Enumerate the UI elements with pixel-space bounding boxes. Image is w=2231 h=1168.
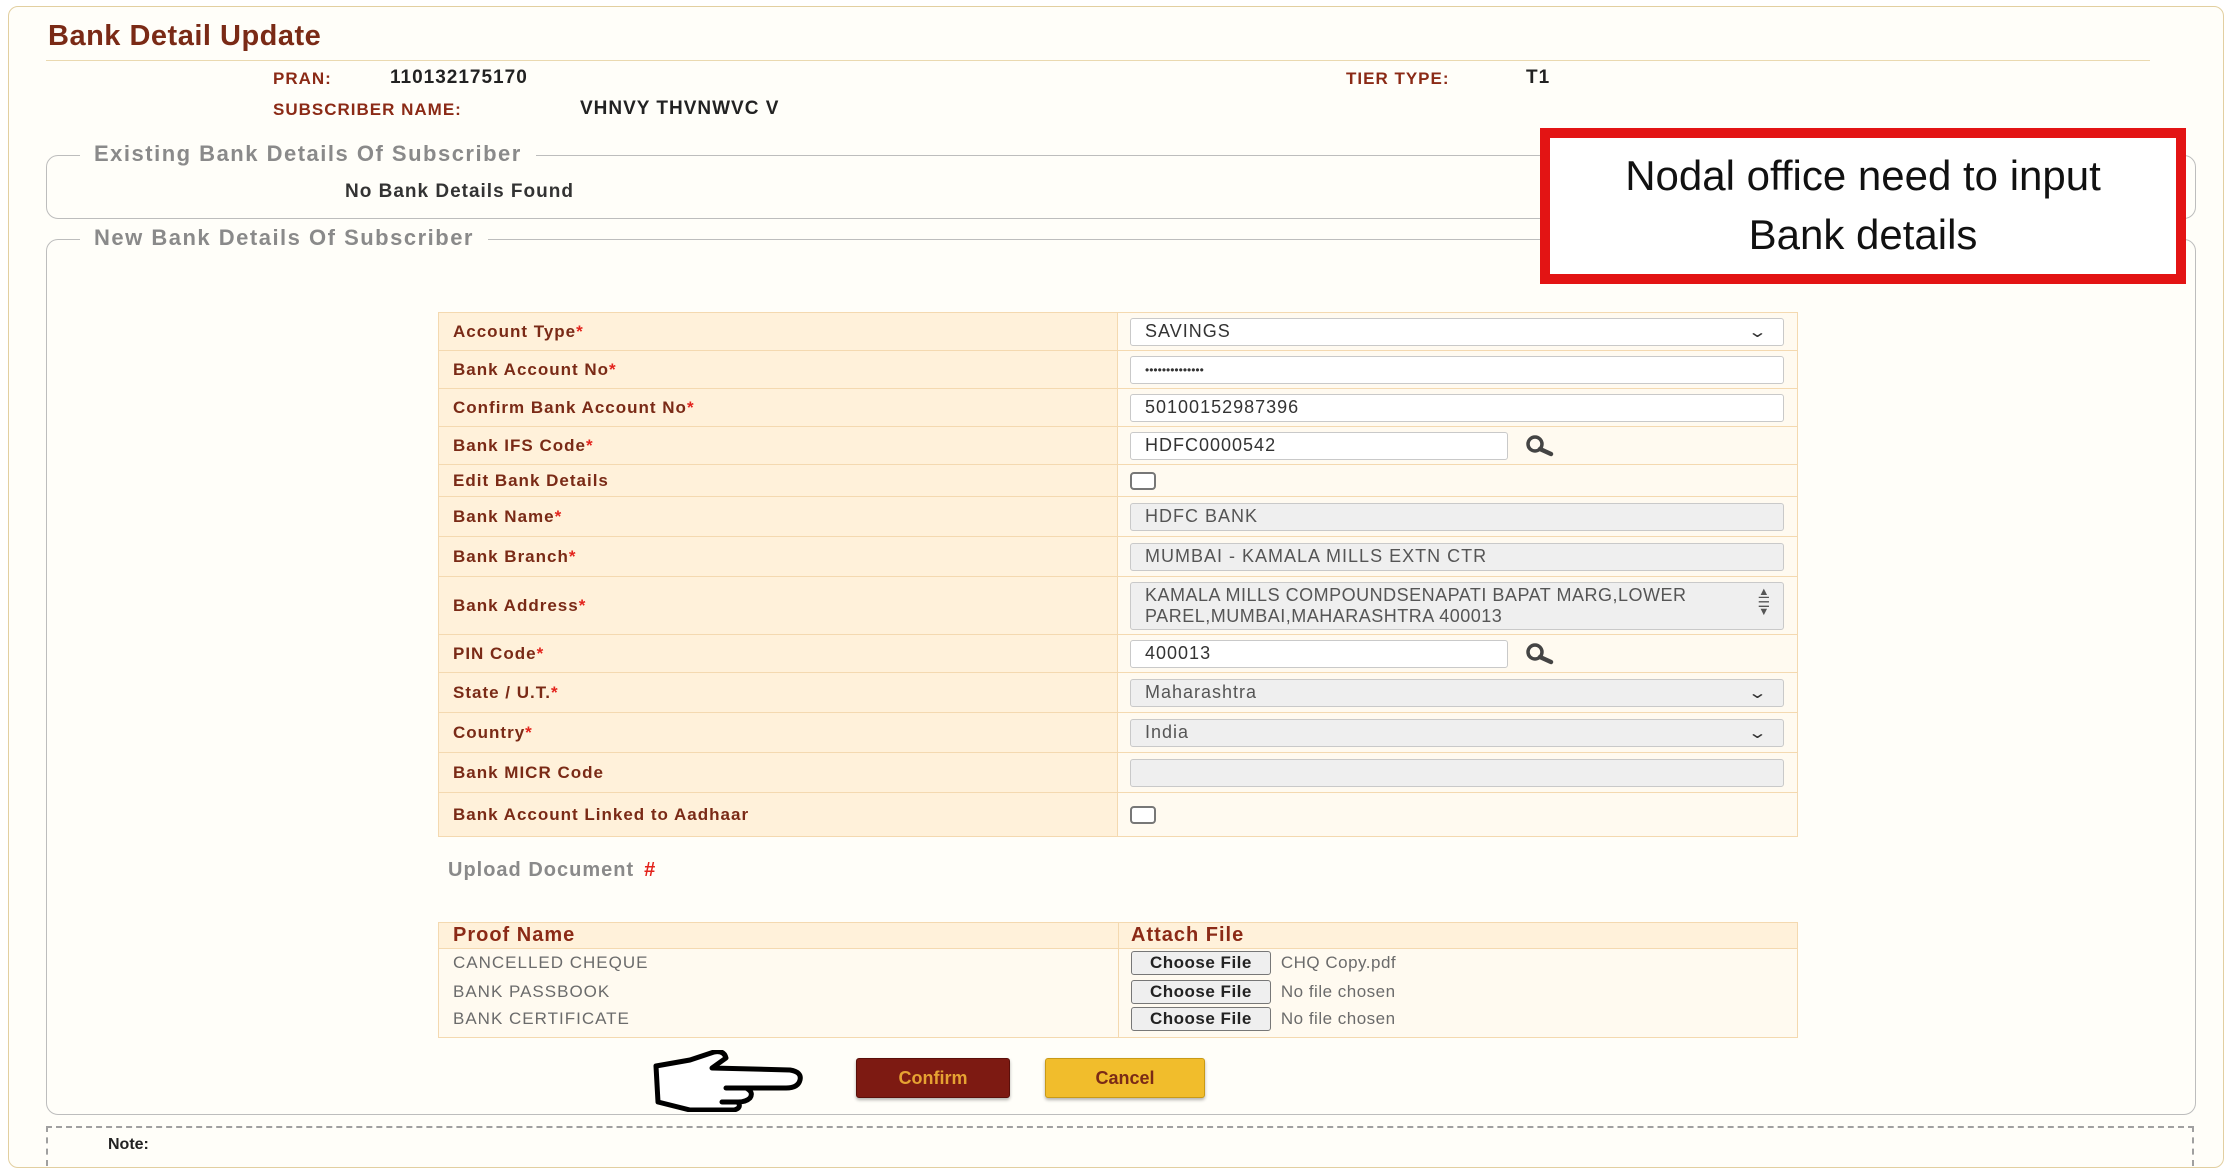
bank-address-textarea[interactable]: KAMALA MILLS COMPOUNDSENAPATI BAPAT MARG… bbox=[1130, 581, 1785, 630]
aadhaar-linked-label: Bank Account Linked to Aadhaar bbox=[437, 792, 1119, 837]
account-no-input[interactable]: •••••••••••••• bbox=[1130, 355, 1785, 384]
subscriber-name-label: SUBSCRIBER NAME: bbox=[273, 100, 462, 119]
bank-branch-label: Bank Branch* bbox=[437, 536, 1119, 577]
bank-address-row: Bank Address* KAMALA MILLS COMPOUNDSENAP… bbox=[437, 576, 1798, 635]
chevron-down-icon: ⌄ bbox=[1747, 684, 1769, 702]
chevron-down-icon: ⌄ bbox=[1747, 323, 1769, 341]
country-select[interactable]: India ⌄ bbox=[1130, 718, 1785, 747]
confirm-account-no-input[interactable]: 50100152987396 bbox=[1130, 393, 1785, 422]
proof-name: CANCELLED CHEQUE bbox=[438, 948, 1119, 978]
proof-name: BANK CERTIFICATE bbox=[438, 1006, 1119, 1038]
proof-name-header: Proof Name bbox=[438, 922, 1119, 949]
ifsc-search-icon[interactable] bbox=[1524, 434, 1554, 457]
state-select[interactable]: Maharashtra ⌄ bbox=[1130, 678, 1785, 707]
aadhaar-row: Bank Account Linked to Aadhaar bbox=[437, 792, 1798, 837]
choose-file-button[interactable]: Choose File bbox=[1131, 1006, 1271, 1031]
bank-name-label: Bank Name* bbox=[437, 496, 1119, 537]
account-type-label: Account Type* bbox=[437, 312, 1119, 351]
account-type-select[interactable]: SAVINGS ⌄ bbox=[1130, 317, 1785, 346]
ifsc-row: Bank IFS Code* HDFC0000542 bbox=[437, 426, 1798, 465]
micr-input bbox=[1130, 758, 1785, 787]
choose-file-button[interactable]: Choose File bbox=[1131, 951, 1271, 976]
note-box: Note: bbox=[46, 1126, 2194, 1166]
document-upload-table: Proof Name Attach File CANCELLED CHEQUE … bbox=[438, 922, 1798, 1038]
proof-name: BANK PASSBOOK bbox=[438, 977, 1119, 1007]
account-no-row: Bank Account No* •••••••••••••• bbox=[437, 350, 1798, 389]
micr-label: Bank MICR Code bbox=[437, 752, 1119, 793]
pin-search-icon[interactable] bbox=[1524, 642, 1554, 665]
annotation-callout: Nodal office need to input Bank details bbox=[1540, 128, 2186, 284]
pran-label: PRAN: bbox=[273, 69, 332, 88]
title-divider bbox=[46, 60, 2150, 61]
pin-label: PIN Code* bbox=[437, 634, 1119, 673]
cancel-button[interactable]: Cancel bbox=[1045, 1058, 1205, 1098]
bank-details-form: Account Type* SAVINGS ⌄ Bank Account No* … bbox=[437, 312, 1798, 837]
bank-name-input: HDFC BANK bbox=[1130, 502, 1785, 531]
ifsc-input[interactable]: HDFC0000542 bbox=[1130, 431, 1509, 460]
no-bank-details-message: No Bank Details Found bbox=[345, 181, 574, 202]
existing-bank-details-legend: Existing Bank Details Of Subscriber bbox=[80, 141, 536, 167]
country-row: Country* India ⌄ bbox=[437, 712, 1798, 753]
bank-address-text: KAMALA MILLS COMPOUNDSENAPATI BAPAT MARG… bbox=[1145, 584, 1687, 626]
page-title: Bank Detail Update bbox=[48, 20, 322, 52]
document-table-header: Proof Name Attach File bbox=[438, 922, 1798, 949]
pran-value: 110132175170 bbox=[390, 67, 528, 88]
note-label: Note: bbox=[108, 1136, 149, 1153]
scroll-down-icon: ▼ bbox=[1758, 605, 1770, 618]
chevron-down-icon: ⌄ bbox=[1747, 724, 1769, 742]
table-row: CANCELLED CHEQUE Choose File CHQ Copy.pdf bbox=[438, 948, 1798, 978]
chosen-file-name: CHQ Copy.pdf bbox=[1280, 953, 1397, 973]
confirm-button[interactable]: Confirm bbox=[856, 1058, 1010, 1098]
bank-address-label: Bank Address* bbox=[437, 576, 1119, 635]
ifsc-label: Bank IFS Code* bbox=[437, 426, 1119, 465]
textarea-scrollbar[interactable]: ▲ ☰ ▼ bbox=[1755, 586, 1773, 618]
chosen-file-name: No file chosen bbox=[1280, 982, 1396, 1001]
edit-bank-label: Edit Bank Details bbox=[437, 464, 1119, 497]
subscriber-name-value: VHNVY THVNWVC V bbox=[580, 98, 780, 119]
confirm-account-no-label: Confirm Bank Account No* bbox=[437, 388, 1119, 427]
pin-input[interactable]: 400013 bbox=[1130, 639, 1509, 668]
edit-bank-checkbox[interactable] bbox=[1130, 471, 1157, 490]
bank-branch-row: Bank Branch* MUMBAI - KAMALA MILLS EXTN … bbox=[437, 536, 1798, 577]
tier-type-label: TIER TYPE: bbox=[1346, 69, 1450, 88]
state-row: State / U.T.* Maharashtra ⌄ bbox=[437, 672, 1798, 713]
pointing-hand-icon bbox=[653, 1050, 803, 1112]
pin-row: PIN Code* 400013 bbox=[437, 634, 1798, 673]
country-label: Country* bbox=[437, 712, 1119, 753]
tier-type-value: T1 bbox=[1526, 67, 1551, 88]
aadhaar-linked-checkbox[interactable] bbox=[1130, 805, 1157, 824]
upload-document-heading: Upload Document # bbox=[448, 859, 657, 881]
account-no-label: Bank Account No* bbox=[437, 350, 1119, 389]
new-bank-details-legend: New Bank Details Of Subscriber bbox=[80, 225, 488, 251]
micr-row: Bank MICR Code bbox=[437, 752, 1798, 793]
bank-name-row: Bank Name* HDFC BANK bbox=[437, 496, 1798, 537]
account-type-row: Account Type* SAVINGS ⌄ bbox=[437, 312, 1798, 351]
choose-file-button[interactable]: Choose File bbox=[1131, 980, 1271, 1004]
confirm-account-no-row: Confirm Bank Account No* 50100152987396 bbox=[437, 388, 1798, 427]
state-label: State / U.T.* bbox=[437, 672, 1119, 713]
table-row: BANK CERTIFICATE Choose File No file chos… bbox=[438, 1006, 1798, 1038]
annotation-callout-text: Nodal office need to input Bank details bbox=[1625, 152, 2101, 258]
attach-file-header: Attach File bbox=[1118, 922, 1798, 949]
chosen-file-name: No file chosen bbox=[1280, 1008, 1396, 1028]
table-row: BANK PASSBOOK Choose File No file chosen bbox=[438, 977, 1798, 1007]
bank-branch-input: MUMBAI - KAMALA MILLS EXTN CTR bbox=[1130, 542, 1785, 571]
edit-bank-row: Edit Bank Details bbox=[437, 464, 1798, 497]
